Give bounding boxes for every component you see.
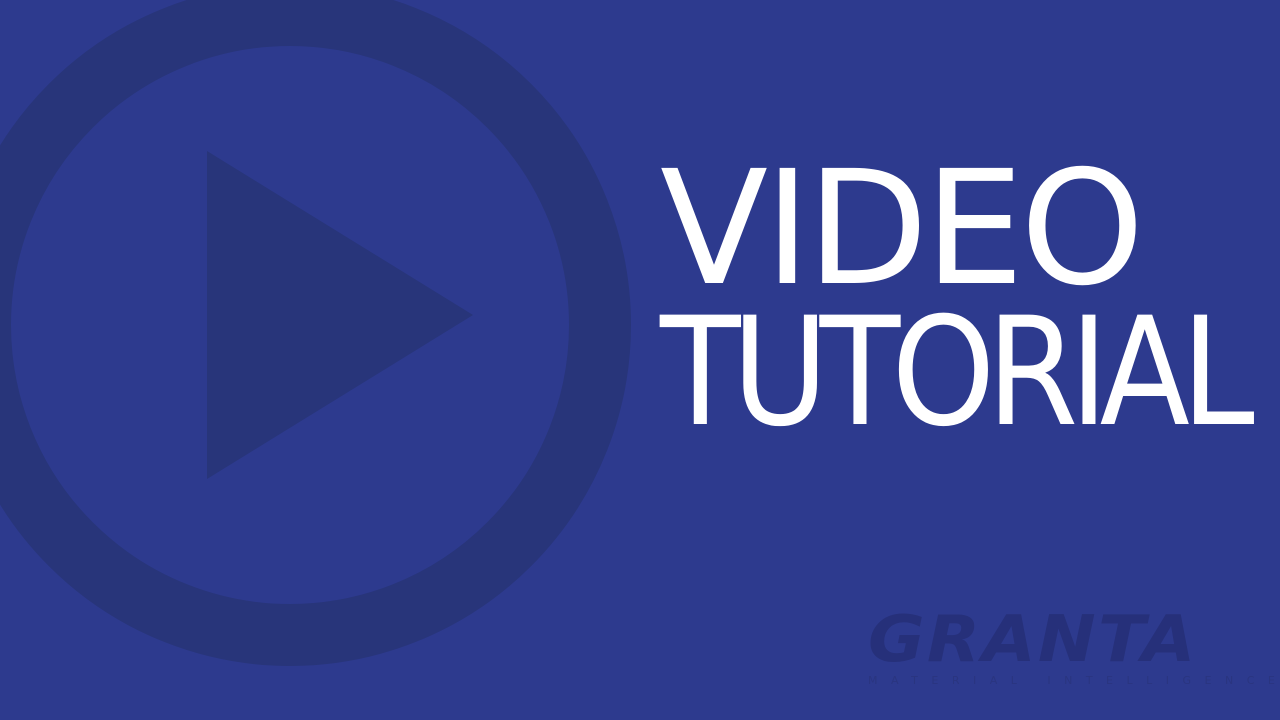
brand-logo: GRANTA MATERIAL INTELLIGENCE: [868, 608, 1275, 690]
title-line-tutorial: TUTORIAL: [660, 286, 1255, 460]
page-title: VIDEO TUTORIAL: [660, 150, 1260, 448]
play-circle-icon: [0, 0, 631, 666]
play-triangle: [207, 151, 473, 479]
video-tutorial-banner: VIDEO TUTORIAL GRANTA MATERIAL INTELLIGE…: [0, 0, 1280, 720]
title-line-video: VIDEO: [660, 137, 1145, 321]
brand-name: GRANTA: [868, 603, 1198, 677]
